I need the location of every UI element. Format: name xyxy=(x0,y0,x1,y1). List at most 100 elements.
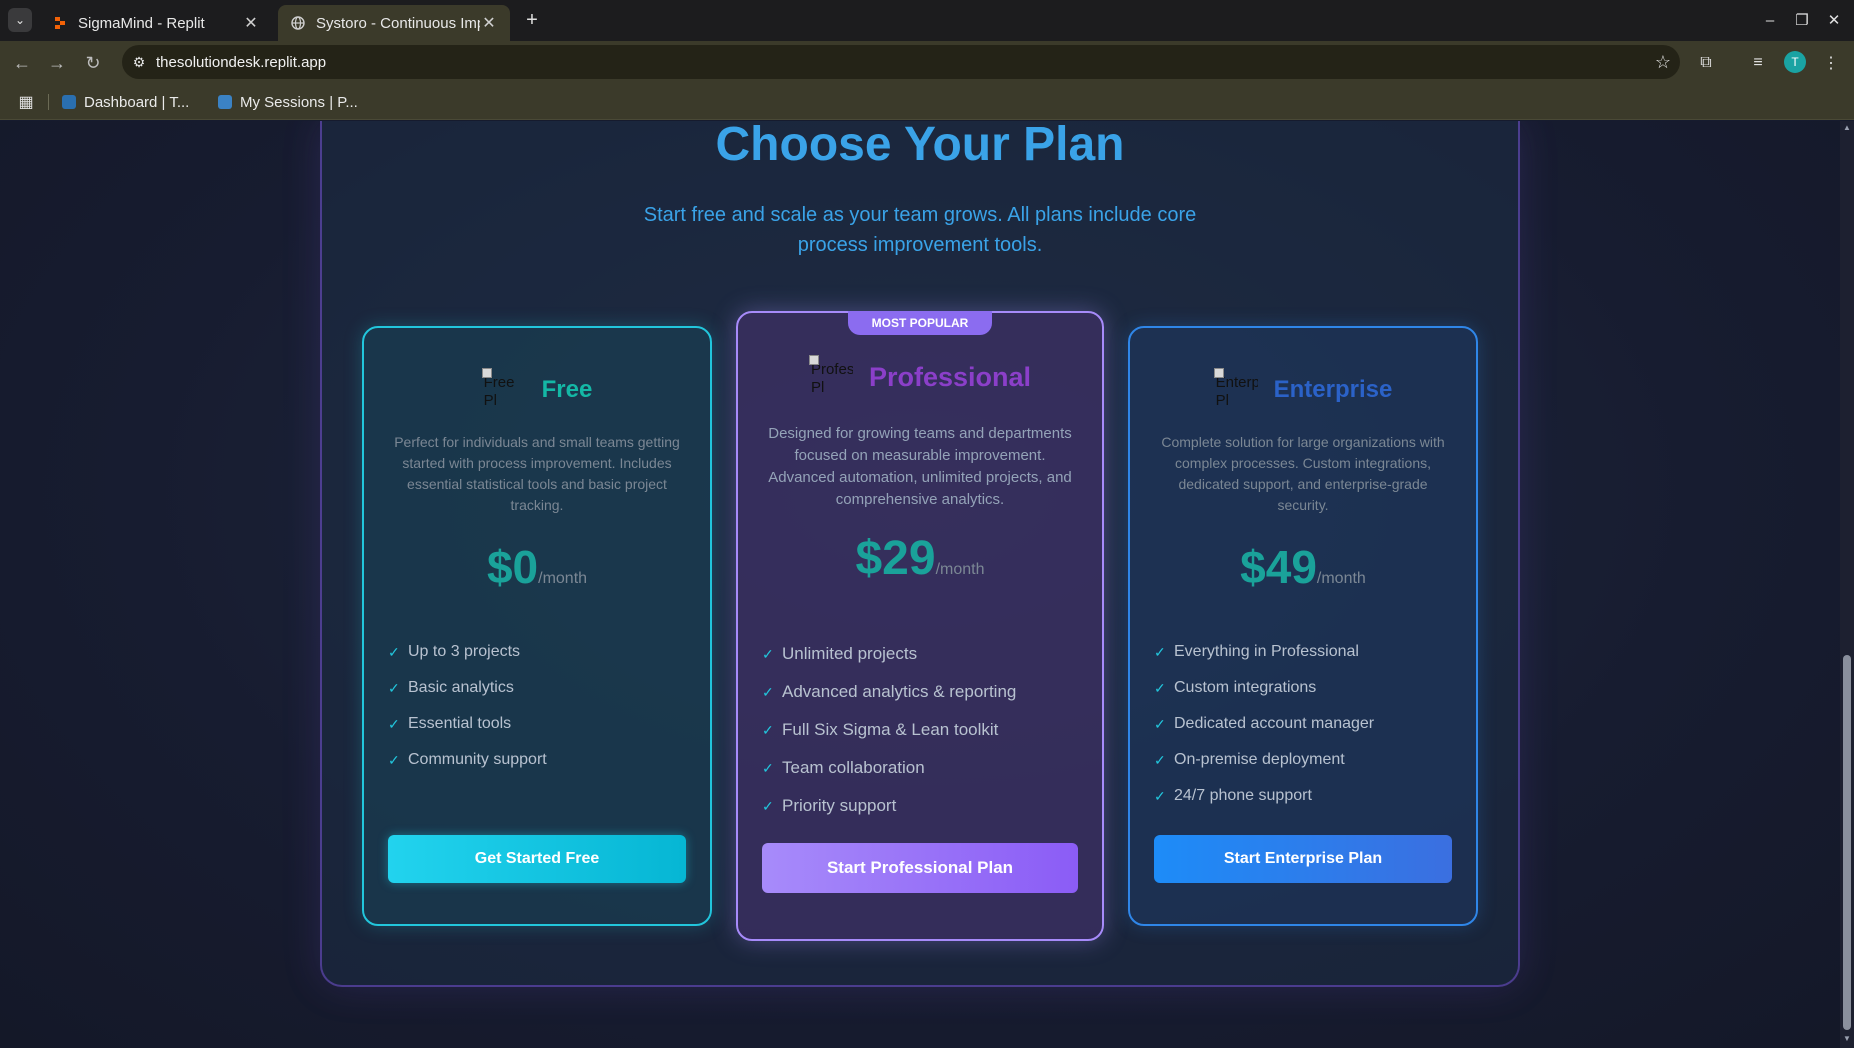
bookmark-dashboard[interactable]: Dashboard | T... xyxy=(62,91,189,113)
check-icon: ✓ xyxy=(388,715,400,732)
scrollbar-thumb[interactable] xyxy=(1843,655,1851,1030)
plan-header: Free Pl Free xyxy=(364,368,710,412)
price-amount: $0 xyxy=(486,541,539,593)
check-icon: ✓ xyxy=(1154,715,1166,732)
address-bar[interactable]: ⚙ thesolutiondesk.replit.app ☆ xyxy=(122,45,1680,79)
plan-header: Enterp Pl Enterprise xyxy=(1130,368,1476,412)
plan-image-broken-icon: Profes Pl xyxy=(808,355,853,399)
check-icon: ✓ xyxy=(1154,787,1166,804)
bookmarks-bar: ▦ Dashboard | T... My Sessions | P... xyxy=(0,84,1854,120)
restore-icon[interactable]: ❐ xyxy=(1790,8,1814,32)
check-icon: ✓ xyxy=(762,759,774,776)
plan-image-broken-icon: Enterp Pl xyxy=(1213,368,1258,412)
back-arrow-icon[interactable]: ← xyxy=(9,50,35,76)
feature-item: ✓ Unlimited projects xyxy=(762,644,918,663)
tab-title: Systoro - Continuous Imp xyxy=(316,14,480,32)
feature-item: ✓ On-premise deployment xyxy=(1154,751,1345,768)
check-icon: ✓ xyxy=(388,643,400,660)
url-text[interactable]: thesolutiondesk.replit.app xyxy=(156,54,1646,71)
feature-list: ✓ Everything in Professional ✓ Custom inte… xyxy=(1154,634,1374,814)
kebab-menu-icon[interactable]: ⋮ xyxy=(1818,50,1844,76)
extensions-icon[interactable]: ⧉ xyxy=(1693,50,1719,76)
plan-description: Designed for growing teams and departmen… xyxy=(768,425,1072,508)
plan-card-professional: MOST POPULAR Profes Pl Professional Desi… xyxy=(736,311,1104,941)
page-viewport: Choose Your Plan Start free and scale as… xyxy=(0,121,1840,1048)
close-tab-icon[interactable]: ✕ xyxy=(480,13,498,33)
check-icon: ✓ xyxy=(388,679,400,696)
new-tab-plus-icon[interactable]: + xyxy=(520,8,544,32)
price-period: /month xyxy=(1316,570,1366,587)
plan-description: Complete solution for large organization… xyxy=(1161,434,1445,513)
feature-item: ✓ Dedicated account manager xyxy=(1154,715,1375,732)
feature-item: ✓ Team collaboration xyxy=(762,758,925,777)
get-started-free-button[interactable]: Get Started Free xyxy=(388,835,686,883)
feature-list: ✓ Up to 3 projects ✓ Basic analytics ✓ Esse… xyxy=(388,634,547,778)
bookmark-star-icon[interactable]: ☆ xyxy=(1646,52,1680,73)
tab-search-button[interactable]: ⌄ xyxy=(8,8,32,32)
reload-icon[interactable]: ↻ xyxy=(80,50,106,76)
check-icon: ✓ xyxy=(762,721,774,738)
bookmark-my-sessions[interactable]: My Sessions | P... xyxy=(218,91,358,113)
check-icon: ✓ xyxy=(762,683,774,700)
start-enterprise-plan-button[interactable]: Start Enterprise Plan xyxy=(1154,835,1452,883)
scroll-down-arrow-icon[interactable]: ▼ xyxy=(1842,1034,1852,1044)
media-control-icon[interactable]: ≡ xyxy=(1745,50,1771,76)
plan-name: Professional xyxy=(868,361,1032,392)
plan-card-free: Free Pl Free Perfect for individuals and… xyxy=(362,326,712,926)
price-amount: $29 xyxy=(855,532,936,585)
apps-grid-icon[interactable]: ▦ xyxy=(16,92,36,112)
check-icon: ✓ xyxy=(1154,643,1166,660)
profile-avatar[interactable]: T xyxy=(1784,51,1806,73)
bookmark-favicon-icon xyxy=(62,95,76,109)
feature-item: ✓ Priority support xyxy=(762,796,897,815)
page-title: Choose Your Plan xyxy=(715,121,1125,171)
plan-name: Free xyxy=(541,376,593,403)
replit-icon xyxy=(52,15,68,31)
check-icon: ✓ xyxy=(762,645,774,662)
bookmark-favicon-icon xyxy=(218,95,232,109)
feature-item: ✓ Essential tools xyxy=(388,715,512,732)
price-amount: $49 xyxy=(1240,541,1317,593)
price-period: /month xyxy=(935,561,985,578)
check-icon: ✓ xyxy=(1154,679,1166,696)
plan-name: Enterprise xyxy=(1273,376,1393,403)
tab-title: SigmaMind - Replit xyxy=(78,14,205,32)
most-popular-badge: MOST POPULAR xyxy=(848,311,992,335)
plan-price: $49/month xyxy=(1130,540,1476,594)
plan-price: $0/month xyxy=(364,540,710,594)
plan-header: Profes Pl Professional xyxy=(738,355,1102,399)
feature-item: ✓ Community support xyxy=(388,751,547,768)
plan-description: Perfect for individuals and small teams … xyxy=(394,434,680,513)
start-professional-plan-button[interactable]: Start Professional Plan xyxy=(762,843,1078,893)
feature-item: ✓ Full Six Sigma & Lean toolkit xyxy=(762,720,999,739)
globe-icon xyxy=(290,15,306,31)
close-window-icon[interactable]: ✕ xyxy=(1822,8,1846,32)
scroll-up-arrow-icon[interactable]: ▲ xyxy=(1842,123,1852,133)
tab-systoro[interactable]: Systoro - Continuous Imp ✕ xyxy=(278,5,510,41)
check-icon: ✓ xyxy=(1154,751,1166,768)
feature-item: ✓ Advanced analytics & reporting xyxy=(762,682,1017,701)
plan-price: $29/month xyxy=(738,531,1102,586)
feature-item: ✓ Everything in Professional xyxy=(1154,643,1359,660)
browser-toolbar: ← → ↻ ⚙ thesolutiondesk.replit.app ☆ ⧉ ≡… xyxy=(0,41,1854,84)
feature-list: ✓ Unlimited projects ✓ Advanced analytics … xyxy=(762,635,1016,825)
bookmark-label: Dashboard | T... xyxy=(84,93,190,111)
check-icon: ✓ xyxy=(762,797,774,814)
feature-item: ✓ Up to 3 projects xyxy=(388,643,521,660)
bookmarks-divider xyxy=(48,94,49,110)
price-period: /month xyxy=(538,570,588,587)
forward-arrow-icon[interactable]: → xyxy=(44,50,70,76)
plan-card-enterprise: Enterp Pl Enterprise Complete solution f… xyxy=(1128,326,1478,926)
site-settings-icon[interactable]: ⚙ xyxy=(122,54,156,71)
check-icon: ✓ xyxy=(388,751,400,768)
tab-strip: ⌄ SigmaMind - Replit ✕ Systoro - Continu… xyxy=(0,0,1854,41)
page-subtitle: Start free and scale as your team grows.… xyxy=(643,204,1197,256)
close-tab-icon[interactable]: ✕ xyxy=(242,13,260,33)
feature-item: ✓ 24/7 phone support xyxy=(1154,787,1312,804)
feature-item: ✓ Custom integrations xyxy=(1154,679,1317,696)
feature-item: ✓ Basic analytics xyxy=(388,679,514,696)
plan-image-broken-icon: Free Pl xyxy=(481,368,526,412)
bookmark-label: My Sessions | P... xyxy=(240,93,358,111)
minimize-icon[interactable]: – xyxy=(1758,8,1782,32)
tab-sigmamind[interactable]: SigmaMind - Replit ✕ xyxy=(40,5,272,41)
